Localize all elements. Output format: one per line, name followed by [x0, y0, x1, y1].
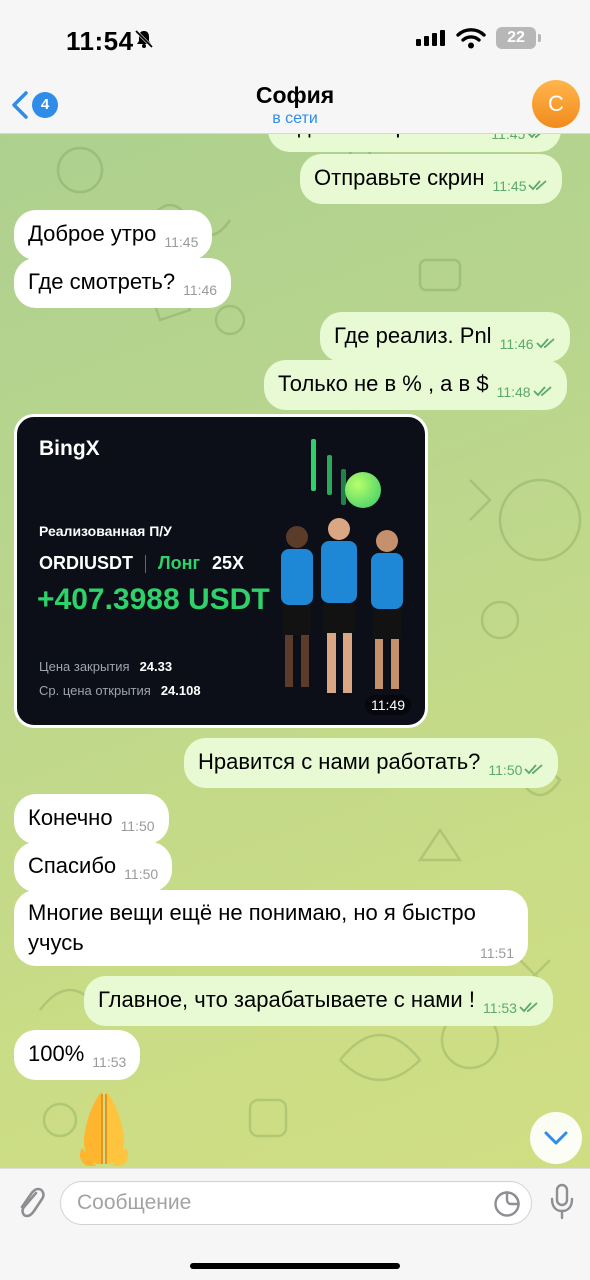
double-check-icon [532, 386, 552, 397]
image-message-pnl-card[interactable]: BingX Реализованная П/У ORDIUSDT Лонг 25… [14, 414, 428, 728]
divider [145, 554, 146, 573]
chat-header: 4 София в сети С [0, 80, 590, 134]
message-bubble-in[interactable]: Спасибо 11:50 [14, 842, 173, 892]
message-bubble-in[interactable]: Конечно 11:50 [14, 794, 169, 844]
scroll-to-bottom-button[interactable] [530, 1112, 582, 1164]
brand-graphic-bars [311, 439, 346, 505]
image-timestamp: 11:49 [365, 695, 411, 715]
message-bubble-out[interactable]: Отправьте скрин 11:45 [300, 154, 563, 204]
message-bubble-in[interactable]: Многие вещи ещё не понимаю, но я быстро … [14, 890, 528, 966]
double-check-icon [535, 338, 555, 349]
sticker-icon[interactable] [493, 1190, 521, 1218]
pnl-value: +407.3988 USDT [37, 583, 270, 616]
trade-side: Лонг [158, 553, 200, 573]
chat-online-status: в сети [272, 110, 318, 127]
battery-indicator: 22 [496, 27, 541, 49]
microphone-icon[interactable] [548, 1183, 576, 1223]
open-price-row: Ср. цена открытия 24.108 [39, 683, 201, 698]
message-bubble-in[interactable]: 100% 11:53 [14, 1030, 141, 1080]
message-input[interactable] [61, 1182, 461, 1224]
chat-title[interactable]: София [0, 82, 590, 109]
message-bubble-out[interactable]: Только не в % , а в $11:48 [264, 360, 567, 410]
double-check-icon [524, 764, 543, 775]
paperclip-icon[interactable] [14, 1183, 46, 1223]
message-bubble-in[interactable]: Доброе утро 11:45 [14, 210, 213, 260]
close-price-row: Цена закрытия 24.33 [39, 659, 173, 674]
muted-bell-icon [134, 29, 154, 49]
avatar[interactable]: С [532, 80, 580, 128]
double-check-icon [519, 1002, 538, 1013]
folded-hands-emoji[interactable] [74, 1088, 134, 1168]
trade-pair: ORDIUSDT [39, 553, 133, 573]
wifi-icon [456, 28, 486, 49]
message-input-box[interactable] [60, 1181, 532, 1225]
cellular-signal-icon [416, 30, 445, 46]
message-bubble-out[interactable]: Где реализ. Pnl 11:46 [320, 312, 570, 362]
trade-leverage: 25X [212, 553, 245, 573]
trade-pair-row: ORDIUSDT Лонг 25X [39, 553, 244, 574]
chevron-down-icon [544, 1131, 568, 1145]
brand-graphic-ball [345, 472, 381, 508]
home-indicator [190, 1263, 400, 1269]
brand-logo: BingX [39, 437, 100, 460]
message-bubble-out[interactable]: Нравится с нами работать? 11:50 [184, 738, 559, 788]
double-check-icon [528, 180, 548, 191]
players-photo [281, 518, 403, 693]
status-time: 11:54 [66, 26, 134, 56]
pnl-label: Реализованная П/У [39, 523, 172, 539]
message-composer [0, 1168, 590, 1280]
message-bubble-in[interactable]: Где смотреть? 11:46 [14, 258, 232, 308]
message-bubble-out[interactable]: Главное, что зарабатываете с нами ! 11:53 [84, 976, 553, 1026]
status-bar: 11:54 22 [0, 0, 590, 80]
